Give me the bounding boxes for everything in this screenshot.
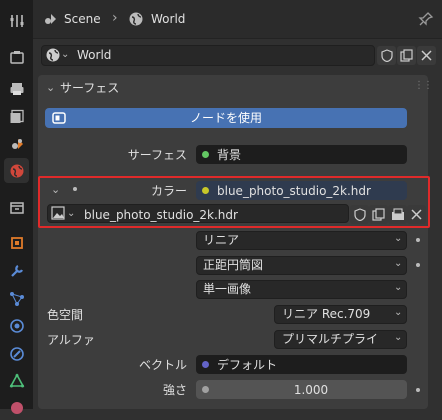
world-tab[interactable] xyxy=(4,158,29,183)
color-value: blue_photo_studio_2k.hdr xyxy=(217,184,371,198)
shader-socket-icon xyxy=(202,151,209,158)
data-tab[interactable] xyxy=(4,368,29,393)
mesh-data-icon xyxy=(9,372,24,387)
keyframe-dot-icon[interactable] xyxy=(416,238,420,242)
keyframe-dot-icon[interactable] xyxy=(416,388,420,392)
particles-icon xyxy=(9,291,24,306)
color-space-label: 色空間 xyxy=(47,308,84,322)
world-icon xyxy=(129,12,143,26)
use-nodes-label: ノードを使用 xyxy=(189,111,262,125)
chevron-down-icon: ⌄ xyxy=(61,49,70,60)
vector-label: ベクトル xyxy=(138,358,187,372)
printer-icon xyxy=(10,82,23,95)
color-socket-icon xyxy=(202,187,209,194)
vector-value: デフォルト xyxy=(217,358,278,372)
keyframe-dot-icon[interactable] xyxy=(416,263,420,267)
modifier-tab[interactable] xyxy=(4,258,29,283)
properties-tab-column xyxy=(0,0,33,414)
breadcrumb-world[interactable]: World xyxy=(151,11,185,27)
image-fake-user-button[interactable] xyxy=(350,205,369,224)
world-icon xyxy=(10,164,23,177)
alpha-value: プリマルチプライ xyxy=(282,332,379,346)
image-open-button[interactable] xyxy=(388,205,407,224)
image-browse-icon[interactable] xyxy=(51,206,65,220)
tool-icon xyxy=(10,14,23,27)
fake-user-button[interactable] xyxy=(377,46,396,65)
constraint-icon xyxy=(9,346,24,361)
breadcrumb-scene[interactable]: Scene xyxy=(64,11,101,27)
material-tab[interactable] xyxy=(4,395,29,420)
image-unlink-button[interactable] xyxy=(407,205,426,224)
collection-icon xyxy=(9,201,24,214)
interpolation-value: リニア xyxy=(203,233,240,247)
render-icon xyxy=(9,50,24,64)
image-stack-icon xyxy=(10,109,24,123)
particles-tab[interactable] xyxy=(4,286,29,311)
physics-icon xyxy=(9,318,24,333)
material-icon xyxy=(10,401,23,414)
chevron-down-icon: ⌄ xyxy=(394,233,403,244)
scene-tab[interactable] xyxy=(4,131,29,156)
output-tab[interactable] xyxy=(4,76,29,101)
surface-panel-title[interactable]: サーフェス xyxy=(60,80,119,96)
collection-tab[interactable] xyxy=(4,195,29,220)
chevron-down-icon: ⌄ xyxy=(394,282,403,293)
scene-icon xyxy=(45,14,56,24)
object-icon xyxy=(10,236,23,249)
projection-value: 正距円筒図 xyxy=(203,258,264,272)
close-icon xyxy=(421,50,432,61)
strength-value: 1.000 xyxy=(293,383,329,397)
color-expand-chevron-icon[interactable]: ⌄ xyxy=(51,182,60,198)
object-tab[interactable] xyxy=(4,230,29,255)
tool-tab[interactable] xyxy=(4,8,29,33)
color-space-value: リニア Rec.709 xyxy=(282,307,371,321)
source-value: 単一画像 xyxy=(203,282,252,296)
copy-icon xyxy=(400,49,413,62)
copy-icon xyxy=(372,208,385,221)
shield-icon xyxy=(380,49,393,62)
constraints-tab[interactable] xyxy=(4,341,29,366)
view-layer-tab[interactable] xyxy=(4,104,29,129)
shield-icon xyxy=(353,208,366,221)
wrench-icon xyxy=(10,264,23,277)
image-duplicate-button[interactable] xyxy=(369,205,388,224)
chevron-down-icon: ⌄ xyxy=(67,208,76,219)
strength-label: 強さ xyxy=(162,383,187,397)
surface-label: サーフェス xyxy=(127,148,187,162)
alpha-label: アルファ xyxy=(47,333,95,347)
vector-socket-icon xyxy=(202,361,209,368)
breadcrumb-separator-icon: › xyxy=(112,10,118,26)
render-tab[interactable] xyxy=(4,44,29,69)
panel-collapse-chevron-icon[interactable]: ⌄ xyxy=(46,80,55,96)
world-browse-icon[interactable] xyxy=(45,47,61,63)
close-icon xyxy=(411,209,422,220)
duplicate-button[interactable] xyxy=(397,46,416,65)
scene-icon xyxy=(11,138,23,149)
color-label: カラー xyxy=(150,184,187,198)
pin-icon[interactable] xyxy=(418,11,434,27)
surface-value: 背景 xyxy=(217,148,242,162)
chevron-down-icon: ⌄ xyxy=(394,258,403,269)
file-folder-icon xyxy=(391,208,404,220)
chevron-down-icon: ⌄ xyxy=(394,307,403,318)
unlink-button[interactable] xyxy=(417,46,436,65)
physics-tab[interactable] xyxy=(4,313,29,338)
chevron-down-icon: ⌄ xyxy=(394,332,403,343)
drag-handle-icon[interactable]: ⋮⋮ xyxy=(414,78,433,94)
image-name-field[interactable]: blue_photo_studio_2k.hdr xyxy=(84,207,238,223)
socket-link-dot-icon xyxy=(73,187,77,191)
world-name-field[interactable]: World xyxy=(77,47,111,63)
